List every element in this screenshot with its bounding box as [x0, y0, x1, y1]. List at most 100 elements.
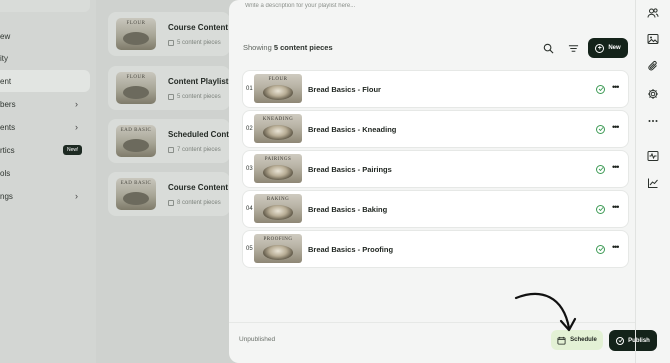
item-title: Bread Basics - Flour — [308, 84, 381, 94]
thumbnail-image — [123, 86, 149, 99]
sidebar-item-tools[interactable]: ols — [0, 162, 90, 184]
item-title: Bread Basics - Proofing — [308, 244, 394, 254]
sidebar-item-label: ols — [0, 168, 11, 178]
thumbnail-image — [123, 192, 149, 205]
plus-icon: + — [595, 43, 605, 53]
thumbnail-image — [263, 125, 293, 140]
members-button[interactable] — [644, 4, 662, 22]
showing-number: 5 content pieces — [273, 43, 333, 52]
audio-button[interactable] — [644, 147, 662, 165]
thumbnail-image — [263, 245, 293, 260]
card-count: 5 content pieces — [177, 39, 221, 46]
thumbnail-text: KNEADING — [262, 117, 294, 122]
sidebar-item-overview[interactable]: ew — [0, 25, 90, 47]
users-icon — [647, 8, 659, 18]
item-thumbnail: PAIRINGS — [254, 154, 302, 183]
content-icon — [168, 199, 174, 206]
card-thumbnail: FLOUR — [116, 72, 156, 104]
content-card[interactable]: EAD BASIC Scheduled Content 7 content pi… — [108, 119, 241, 163]
card-subtitle: 8 content pieces — [168, 199, 228, 206]
sidebar-item-label: ew — [0, 31, 11, 41]
sidebar-item-analytics[interactable]: rtics New! — [0, 139, 90, 161]
more-icon — [648, 120, 658, 122]
attachment-button[interactable] — [644, 57, 662, 75]
sort-button[interactable] — [566, 41, 580, 55]
more-options-button[interactable]: ••• — [612, 123, 620, 132]
settings-button[interactable] — [644, 85, 662, 103]
new-label: New — [608, 45, 621, 51]
list-item[interactable]: 02 KNEADING Bread Basics - Kneading ••• — [243, 111, 628, 147]
list-item[interactable]: 01 FLOUR Bread Basics - Flour ••• — [243, 71, 628, 107]
card-thumbnail: FLOUR — [116, 18, 156, 50]
more-options-button[interactable]: ••• — [612, 203, 620, 212]
playlist-drawer: Showing 5 content pieces + New 01 FLOUR … — [229, 0, 670, 363]
sidebar-item-activity[interactable]: ity — [0, 47, 90, 69]
schedule-button[interactable]: Schedule — [551, 330, 603, 350]
item-title: Bread Basics - Pairings — [308, 164, 392, 174]
content-card[interactable]: FLOUR Content Playlist 5 content pieces — [108, 66, 230, 110]
image-button[interactable] — [644, 30, 662, 48]
sidebar-item-label: ent — [0, 76, 12, 86]
check-icon — [596, 84, 605, 94]
more-button[interactable] — [644, 112, 662, 130]
check-icon — [596, 204, 605, 214]
search-button[interactable] — [541, 41, 555, 55]
thumbnail-image — [263, 205, 293, 220]
card-thumbnail: EAD BASIC — [116, 178, 156, 210]
sidebar-item-label: rtics — [0, 145, 15, 155]
sidebar-item-content[interactable]: ent — [0, 70, 90, 92]
item-number: 05 — [246, 246, 253, 252]
sidebar-item-members[interactable]: bers › — [0, 93, 90, 115]
sidebar-item-label: ents — [0, 122, 16, 132]
card-count: 8 content pieces — [177, 199, 221, 206]
thumbnail-text: FLOUR — [126, 21, 146, 26]
chevron-right-icon: › — [75, 122, 78, 132]
gear-icon — [648, 89, 658, 99]
item-number: 04 — [246, 206, 253, 212]
chevron-right-icon: › — [75, 191, 78, 201]
sidebar-item-label: ity — [0, 53, 8, 63]
sidebar-item-settings[interactable]: ngs › — [0, 185, 90, 207]
analytics-button[interactable] — [644, 174, 662, 192]
paperclip-icon — [648, 61, 657, 71]
showing-prefix: Showing — [243, 43, 274, 52]
item-title: Bread Basics - Kneading — [308, 124, 397, 134]
content-card[interactable]: EAD BASIC Course Content 8 content piece… — [108, 172, 230, 216]
thumbnail-text: EAD BASIC — [120, 128, 152, 133]
more-options-button[interactable]: ••• — [612, 83, 620, 92]
sidebar-item-label: ngs — [0, 191, 13, 201]
thumbnail-text: PROOFING — [263, 237, 293, 242]
sidebar-item-payments[interactable]: ents › — [0, 116, 90, 138]
check-circle-icon — [616, 336, 625, 345]
list-item[interactable]: 04 BAKING Bread Basics - Baking ••• — [243, 191, 628, 227]
thumbnail-text: PAIRINGS — [264, 157, 292, 162]
content-icon — [168, 146, 174, 153]
item-thumbnail: FLOUR — [254, 74, 302, 103]
content-card[interactable]: FLOUR Course Content Set 5 content piece… — [108, 12, 243, 56]
waveform-icon — [647, 151, 659, 161]
content-list: 01 FLOUR Bread Basics - Flour ••• 02 KNE… — [243, 71, 628, 271]
content-icon — [168, 93, 174, 100]
sort-icon — [568, 44, 578, 52]
chevron-right-icon: › — [75, 99, 78, 109]
item-thumbnail: PROOFING — [254, 234, 302, 263]
description-input[interactable] — [245, 3, 545, 9]
new-button[interactable]: + New — [588, 38, 628, 58]
list-item[interactable]: 05 PROOFING Bread Basics - Proofing ••• — [243, 231, 628, 267]
thumbnail-image — [123, 139, 149, 152]
right-toolbar — [635, 0, 670, 363]
more-options-button[interactable]: ••• — [612, 243, 620, 252]
item-thumbnail: KNEADING — [254, 114, 302, 143]
calendar-icon — [557, 336, 566, 345]
item-number: 03 — [246, 166, 253, 172]
more-options-button[interactable]: ••• — [612, 163, 620, 172]
thumbnail-text: FLOUR — [268, 77, 288, 82]
content-icon — [168, 39, 174, 46]
list-item[interactable]: 03 PAIRINGS Bread Basics - Pairings ••• — [243, 151, 628, 187]
thumbnail-image — [123, 32, 149, 45]
check-icon — [596, 244, 605, 254]
card-count: 5 content pieces — [177, 93, 221, 100]
item-title: Bread Basics - Baking — [308, 204, 388, 214]
analytics-icon — [648, 178, 658, 188]
drawer-footer: Unpublished Schedule Publish — [229, 322, 657, 363]
